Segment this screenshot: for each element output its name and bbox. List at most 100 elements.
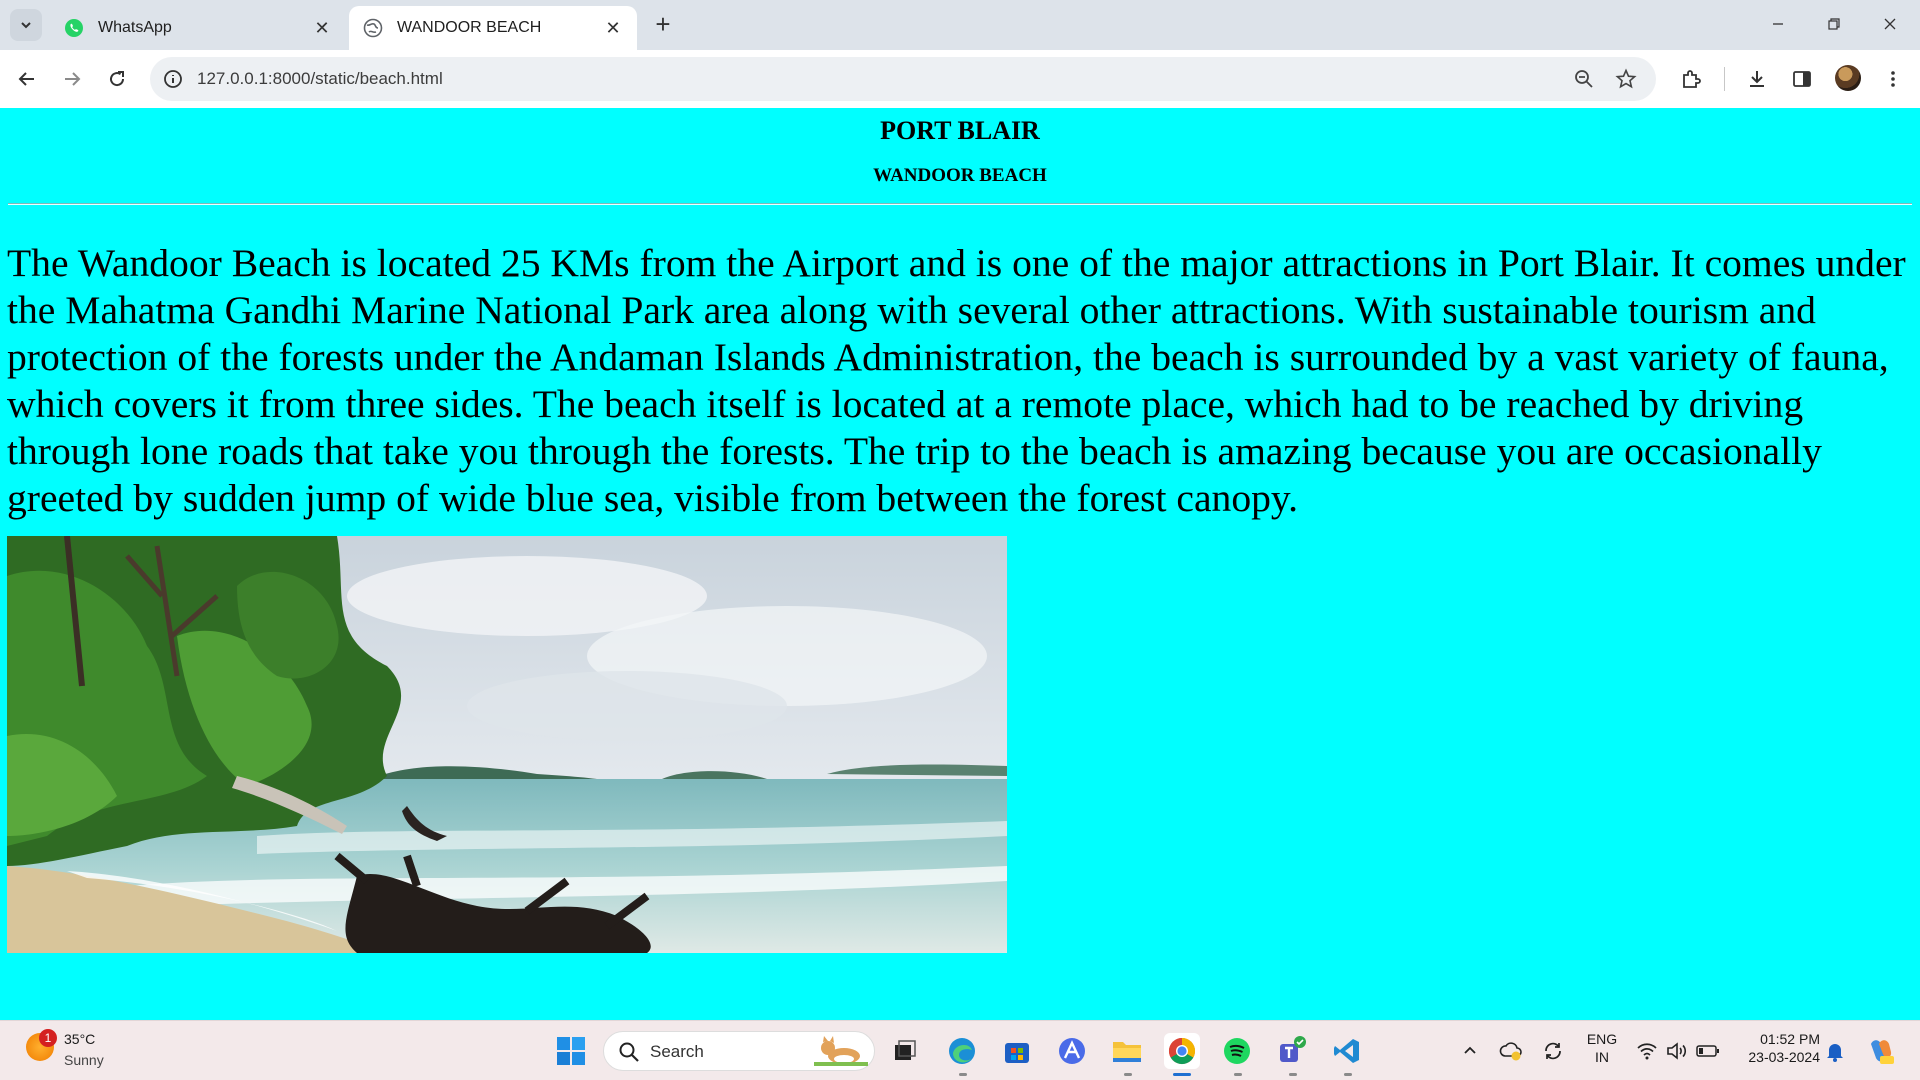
horizontal-rule [8,203,1912,205]
site-info-icon[interactable] [162,68,184,90]
tab-title: WANDOOR BEACH [397,19,542,36]
chevron-down-icon [21,22,31,29]
close-icon[interactable]: ✕ [603,18,623,38]
spotify-icon [1224,1038,1250,1064]
teams-button[interactable] [1274,1033,1310,1069]
sync-icon [1545,1042,1561,1060]
side-panel-button[interactable] [1788,65,1816,93]
taskbar-search[interactable]: Search [603,1031,875,1071]
extensions-button[interactable] [1677,65,1705,93]
store-button[interactable] [999,1033,1035,1069]
copilot-icon [1059,1038,1085,1064]
wifi-icon [1637,1043,1657,1060]
clock[interactable]: 01:52 PM 23-03-2024 [1734,1031,1820,1065]
back-button[interactable] [11,63,43,95]
volume-button[interactable] [1662,1033,1692,1069]
reload-icon [110,71,125,87]
chevron-up-icon [1464,1046,1476,1054]
task-view-icon [895,1040,916,1060]
start-button[interactable] [553,1033,589,1069]
running-indicator [1124,1073,1132,1076]
running-indicator [959,1073,967,1076]
chrome-icon [1168,1037,1196,1065]
side-panel-icon [1793,71,1811,87]
restore-button[interactable] [1806,0,1862,48]
wifi-button[interactable] [1632,1033,1662,1069]
tab-whatsapp[interactable]: WhatsApp ✕ [50,6,346,50]
arrow-right-icon [65,72,81,86]
file-explorer-icon [1113,1042,1141,1062]
address-bar[interactable]: 127.0.0.1:8000/static/beach.html [150,57,1656,101]
reload-button[interactable] [101,63,133,95]
browser-toolbar: 127.0.0.1:8000/static/beach.html [0,50,1920,108]
globe-icon [363,18,383,38]
language-line-1: ENG [1586,1031,1618,1047]
speaker-icon [1667,1042,1687,1060]
close-window-button[interactable] [1862,0,1918,48]
running-indicator [1344,1073,1352,1076]
teams-icon [1280,1036,1306,1062]
cloud-warning-icon [1499,1042,1522,1061]
task-view-button[interactable] [887,1033,923,1069]
file-explorer-button[interactable] [1109,1033,1145,1069]
beach-photo [7,536,1007,953]
show-hidden-icons-button[interactable] [1455,1033,1485,1069]
zoom-icon[interactable] [1573,68,1595,90]
vscode-button[interactable] [1329,1033,1365,1069]
menu-button[interactable] [1879,65,1907,93]
notifications-button[interactable] [1820,1033,1850,1069]
copilot-button[interactable] [1054,1033,1090,1069]
page-title: PORT BLAIR [880,116,1040,145]
store-icon [1005,1043,1029,1063]
language-indicator[interactable]: ENG IN [1582,1031,1622,1065]
tab-title: WhatsApp [98,19,172,36]
weather-temperature: 35°C [64,1031,96,1047]
spotify-button[interactable] [1219,1033,1255,1069]
edge-icon [949,1038,975,1064]
clock-time: 01:52 PM [1760,1031,1820,1047]
more-vertical-icon [1891,71,1895,87]
tab-search-button[interactable] [10,9,42,41]
edge-button[interactable] [944,1033,980,1069]
corgi-illustration-icon [814,1036,868,1066]
notification-badge: 1 [39,1029,57,1047]
toolbar-divider [1724,67,1725,91]
onedrive-button[interactable] [1496,1033,1526,1069]
clock-date: 23-03-2024 [1748,1049,1820,1065]
chrome-button[interactable] [1164,1033,1200,1069]
profile-avatar[interactable] [1835,65,1861,91]
minimize-button[interactable] [1750,0,1806,48]
copilot-pre-icon [1871,1040,1894,1064]
vscode-icon [1334,1039,1359,1063]
tab-wandoor-beach[interactable]: WANDOOR BEACH ✕ [349,6,637,50]
bookmark-star-icon[interactable] [1615,68,1637,90]
search-icon [619,1042,639,1062]
description-paragraph: The Wandoor Beach is located 25 KMs from… [7,241,1906,520]
tab-strip: WhatsApp ✕ WANDOOR BEACH ✕ + [0,0,1920,50]
close-icon[interactable]: ✕ [312,18,332,38]
copilot-preview-button[interactable] [1862,1033,1898,1069]
forward-button[interactable] [56,63,88,95]
sync-button[interactable] [1538,1033,1568,1069]
search-label: Search [650,1042,704,1061]
running-indicator [1173,1073,1191,1076]
weather-condition: Sunny [64,1052,104,1068]
running-indicator [1289,1073,1297,1076]
running-indicator [1234,1073,1242,1076]
battery-icon [1696,1045,1719,1057]
bell-icon [1827,1044,1843,1062]
url-text[interactable]: 127.0.0.1:8000/static/beach.html [197,69,443,89]
minimize-icon [1773,23,1783,25]
battery-button[interactable] [1693,1033,1723,1069]
web-page: PORT BLAIR WANDOOR BEACH The Wandoor Bea… [0,108,1920,1020]
whatsapp-icon [65,19,83,37]
puzzle-icon [1683,70,1701,88]
page-subtitle: WANDOOR BEACH [873,165,1047,186]
taskbar: 1 35°C Sunny Search ENG IN 01:52 PM 23-0… [0,1020,1920,1080]
restore-icon [1828,18,1840,30]
windows-start-icon [557,1037,585,1065]
downloads-button[interactable] [1743,65,1771,93]
close-icon [1884,18,1896,30]
language-line-2: IN [1595,1049,1609,1065]
new-tab-button[interactable]: + [648,10,678,40]
